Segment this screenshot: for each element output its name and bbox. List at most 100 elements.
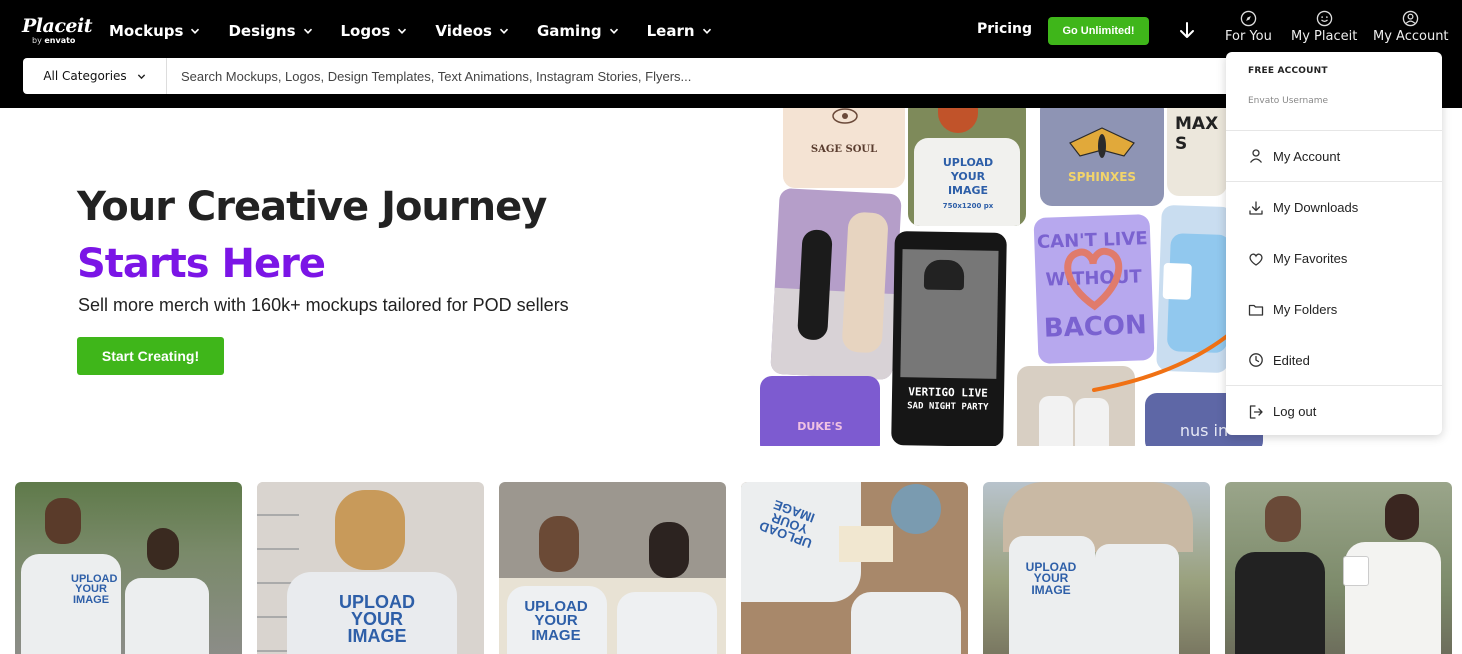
upload-tee-label: UPLOAD YOUR IMAGE xyxy=(942,156,994,197)
gallery-card-sweatshirt-couple[interactable]: UPLOAD YOUR IMAGE xyxy=(15,482,242,654)
max-s-label: MAX S xyxy=(1175,114,1219,154)
head-shape-2 xyxy=(147,528,179,570)
clock-icon xyxy=(1249,353,1263,367)
menu-item-label: My Account xyxy=(1273,148,1341,164)
book-shape xyxy=(839,526,893,562)
user-icon xyxy=(1249,149,1263,163)
dukes-label: DUKE'S xyxy=(797,420,843,433)
my-account-link[interactable]: My Account xyxy=(1373,10,1449,44)
upload-line3: IMAGE xyxy=(531,626,581,644)
logo-company: envato xyxy=(44,36,76,45)
collage-tile-vertigo[interactable]: VERTIGO LIVE SAD NIGHT PARTY xyxy=(891,231,1007,446)
mockup-gallery: UPLOAD YOUR IMAGE UPLOAD YOUR IMAGE UPLOAD YO… xyxy=(15,482,1462,654)
nav-videos-label: Videos xyxy=(435,22,492,40)
page: Placeit by envato Mockups Designs Logos … xyxy=(0,0,1462,654)
compass-icon xyxy=(1240,10,1257,27)
person-shape xyxy=(841,211,889,354)
logo-by-text: by xyxy=(32,36,42,45)
hair-shape xyxy=(335,490,405,570)
pricing-link[interactable]: Pricing xyxy=(977,21,1032,37)
for-you-link[interactable]: For You xyxy=(1225,10,1272,44)
search-input[interactable] xyxy=(167,58,1263,94)
dog-shape xyxy=(797,229,833,341)
category-select-value: All Categories xyxy=(43,69,127,83)
nav-designs[interactable]: Designs xyxy=(228,20,312,42)
moth-illustration xyxy=(1069,127,1135,158)
nav-logos[interactable]: Logos xyxy=(341,20,408,42)
download-icon xyxy=(1249,200,1263,215)
hair-shape xyxy=(938,108,978,133)
chevron-down-icon xyxy=(702,28,711,34)
gallery-card-tee-lying[interactable]: UPLOAD YOUR IMAGE xyxy=(741,482,968,654)
category-select[interactable]: All Categories xyxy=(23,58,167,94)
menu-item-edited[interactable]: Edited xyxy=(1226,335,1442,386)
beanie-shape xyxy=(923,259,965,291)
collage-tile-tee-woman[interactable]: UPLOAD YOUR IMAGE 750x1200 px xyxy=(908,108,1026,226)
hoodie-shape xyxy=(1039,396,1073,446)
collage-tile-dukes[interactable]: DUKE'S xyxy=(760,376,880,446)
chevron-down-icon xyxy=(191,28,200,34)
go-unlimited-button[interactable]: Go Unlimited! xyxy=(1048,17,1149,45)
upload-line3: IMAGE xyxy=(72,593,110,606)
nav-mockups-label: Mockups xyxy=(109,22,184,40)
collage-tile-dog[interactable] xyxy=(770,187,902,381)
nav-gaming[interactable]: Gaming xyxy=(537,20,619,42)
collage-tile-max[interactable]: MAX S xyxy=(1167,108,1227,196)
nav-videos[interactable]: Videos xyxy=(435,20,509,42)
menu-item-my-account[interactable]: My Account xyxy=(1226,131,1442,182)
start-creating-button[interactable]: Start Creating! xyxy=(77,337,224,375)
smiley-icon xyxy=(1316,10,1332,27)
hero-title-highlight: Starts Here xyxy=(77,241,326,287)
my-placeit-label: My Placeit xyxy=(1291,29,1358,44)
envato-username-label: Envato Username xyxy=(1248,96,1329,106)
head-shape-2 xyxy=(1385,494,1419,540)
download-icon[interactable] xyxy=(1177,20,1197,42)
nav-designs-label: Designs xyxy=(228,22,296,40)
account-circle-icon xyxy=(1403,10,1419,27)
upload-label: UPLOAD YOUR IMAGE xyxy=(71,574,117,606)
menu-item-my-favorites[interactable]: My Favorites xyxy=(1226,233,1442,284)
my-account-label: My Account xyxy=(1373,29,1449,44)
upload-label: UPLOAD YOUR IMAGE xyxy=(521,599,591,644)
nav-gaming-label: Gaming xyxy=(536,22,602,40)
menu-item-my-folders[interactable]: My Folders xyxy=(1226,284,1442,335)
tshirt-shape-2 xyxy=(1095,544,1179,654)
main-nav: Mockups Designs Logos Videos Gaming Lear… xyxy=(109,20,740,42)
nav-mockups[interactable]: Mockups xyxy=(109,20,200,42)
chevron-down-icon xyxy=(398,28,407,34)
logout-icon xyxy=(1249,404,1263,419)
sweatshirt-shape-2 xyxy=(125,578,209,654)
logo-byline: by envato xyxy=(32,36,92,45)
account-info: FREE ACCOUNT Envato Username xyxy=(1226,52,1442,131)
head-shape xyxy=(1265,496,1301,542)
upload-label: UPLOAD YOUR IMAGE xyxy=(337,593,417,645)
gallery-card-tee-backs[interactable]: UPLOAD YOUR IMAGE xyxy=(983,482,1210,654)
menu-item-my-downloads[interactable]: My Downloads xyxy=(1226,182,1442,233)
sad-night-label: SAD NIGHT PARTY xyxy=(907,401,989,413)
menu-item-label: Edited xyxy=(1273,352,1310,368)
gallery-card-sweatshirt-woman[interactable]: UPLOAD YOUR IMAGE xyxy=(257,482,484,654)
upload-line3: IMAGE xyxy=(1031,582,1071,597)
menu-item-label: My Favorites xyxy=(1273,251,1348,266)
nav-logos-label: Logos xyxy=(340,22,391,40)
chevron-down-icon xyxy=(137,73,145,79)
heart-icon xyxy=(1249,252,1263,266)
collage-tile-sphinxes[interactable]: SPHINXES xyxy=(1040,108,1164,206)
gallery-card-mug-couple[interactable] xyxy=(1225,482,1452,654)
vertigo-label: VERTIGO LIVE xyxy=(908,385,988,400)
placeit-logo[interactable]: Placeit by envato xyxy=(22,16,92,45)
my-placeit-link[interactable]: My Placeit xyxy=(1291,10,1357,44)
hero-subtitle: Sell more merch with 160k+ mockups tailo… xyxy=(78,295,569,315)
menu-item-log-out[interactable]: Log out xyxy=(1226,386,1442,437)
collage-tile-sage-soul[interactable]: SAGE SOUL xyxy=(783,108,905,188)
sphinxes-label: SPHINXES xyxy=(1067,170,1137,184)
sage-soul-label: SAGE SOUL xyxy=(810,144,878,155)
chevron-down-icon xyxy=(609,28,618,34)
sweater-shape xyxy=(1235,552,1325,654)
globe-shape xyxy=(891,484,941,534)
gallery-card-sweatshirt-friends[interactable]: UPLOAD YOUR IMAGE xyxy=(499,482,726,654)
account-type: FREE ACCOUNT xyxy=(1248,66,1328,76)
sweatshirt-shape-2 xyxy=(617,592,717,654)
nav-learn[interactable]: Learn xyxy=(647,20,712,42)
head-shape-2 xyxy=(649,522,689,578)
